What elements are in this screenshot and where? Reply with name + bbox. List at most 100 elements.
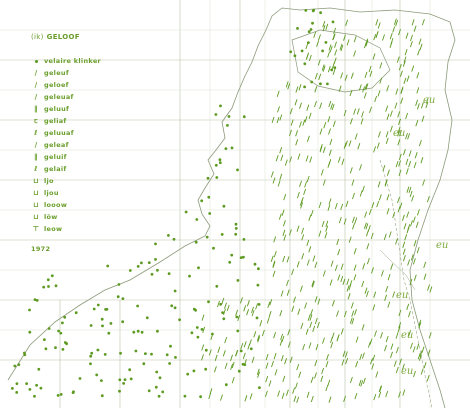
dialect-dash: [377, 22, 381, 29]
dialect-dot: [224, 147, 228, 151]
dialect-dash: [354, 133, 358, 140]
dialect-dash: [281, 335, 285, 343]
dialect-dash: [369, 70, 373, 77]
dialect-dash: [313, 31, 317, 39]
dialect-dash: [336, 334, 340, 341]
dialect-dash: [411, 195, 415, 202]
dialect-dot: [116, 295, 120, 299]
dialect-dash: [279, 173, 283, 180]
dialect-dash: [367, 225, 371, 232]
legend-label: velaire klinker: [44, 57, 102, 65]
dialect-dash: [281, 209, 285, 216]
dialect-dash: [361, 111, 364, 118]
dialect-dash: [373, 393, 377, 401]
dialect-dash: [283, 193, 287, 201]
dialect-dot: [236, 168, 239, 172]
dialect-dot: [156, 268, 159, 272]
dialect-dot: [134, 349, 138, 353]
dialect-dot: [144, 352, 147, 355]
dialect-dash: [415, 221, 419, 228]
dialect-dash: [315, 344, 319, 351]
dialect-dash: [368, 65, 372, 73]
dialect-dash: [366, 257, 370, 265]
legend-label: geleaf: [44, 141, 69, 149]
dialect-dot: [235, 315, 239, 319]
dialect-dash: [405, 168, 409, 175]
dialect-dash: [387, 273, 391, 281]
dialect-dash: [375, 19, 379, 26]
dialect-dash: [224, 336, 228, 344]
dialect-dot: [140, 330, 144, 334]
dialect-dash: [304, 181, 308, 188]
dialect-dot: [307, 30, 311, 34]
dialect-dash: [314, 372, 317, 379]
dialect-dot: [173, 289, 177, 293]
dialect-dash: [308, 214, 312, 221]
dialect-dot: [196, 335, 200, 339]
dialect-dash: [423, 273, 427, 280]
dialect-dash: [404, 49, 408, 56]
dialect-dash: [409, 40, 413, 48]
dialect-dot: [219, 104, 222, 108]
dialect-dot: [303, 62, 307, 66]
dialect-dash: [298, 121, 302, 128]
dialect-dot: [119, 351, 122, 355]
dialect-dash: [376, 142, 380, 149]
legend-item: ℓ gelaif: [31, 163, 141, 175]
dialect-dash: [325, 23, 329, 30]
dialect-dash: [354, 392, 358, 400]
dialect-dash: [265, 362, 269, 369]
dialect-dash: [373, 146, 377, 153]
dialect-dot: [331, 20, 335, 24]
dialect-dash: [235, 309, 239, 316]
dialect-dot: [13, 364, 17, 368]
dialect-dash: [340, 263, 344, 270]
dialect-dot: [28, 388, 32, 391]
dialect-dot: [154, 385, 158, 389]
dialect-dash: [353, 264, 357, 271]
dialect-dash: [282, 229, 286, 236]
dialect-dash: [329, 138, 333, 146]
dialect-dash: [309, 321, 313, 329]
dialect-dash: [322, 179, 326, 186]
dialect-dash: [320, 169, 324, 176]
dialect-dash: [278, 213, 282, 220]
dialect-dash: [280, 333, 284, 341]
dialect-dot: [333, 66, 337, 69]
dialect-dash: [411, 19, 415, 26]
dialect-dash: [317, 59, 321, 66]
dialect-dash: [319, 128, 323, 135]
dialect-dash: [396, 56, 400, 63]
dialect-dash: [272, 270, 276, 278]
dialect-dash: [224, 302, 227, 309]
dialect-dot: [256, 283, 260, 287]
dialect-dash: [422, 179, 426, 186]
dialect-map: (ik) GELOOF velaire klinker / geleuf / geloef…: [0, 0, 470, 408]
dialect-dash: [395, 366, 399, 374]
dialect-dot: [218, 161, 222, 165]
dialect-dot: [242, 115, 246, 119]
dialect-dot: [214, 163, 218, 167]
dialect-dash: [343, 310, 347, 318]
legend-item: ꞇ geliaf: [31, 115, 141, 127]
dialect-dot: [243, 363, 247, 366]
dot-icon: [31, 59, 41, 63]
dialect-dash: [426, 195, 430, 203]
dialect-dash: [390, 263, 394, 270]
dialect-dash: [420, 368, 424, 375]
dialect-dot: [161, 390, 165, 394]
dialect-dash: [328, 396, 332, 403]
dialect-dash: [405, 112, 409, 120]
area-label-eu: eu: [401, 366, 414, 377]
dialect-dot: [221, 311, 225, 314]
dialect-dash: [401, 214, 405, 221]
dialect-dash: [282, 375, 286, 383]
dialect-dash: [413, 161, 417, 169]
dialect-dash: [345, 19, 349, 26]
double-slash-icon: ∥: [34, 105, 38, 113]
dialect-dash: [386, 208, 390, 215]
dialect-dot: [28, 308, 31, 312]
dialect-dash: [294, 382, 298, 389]
dialect-dash: [395, 346, 399, 354]
dialect-dash: [314, 261, 318, 269]
